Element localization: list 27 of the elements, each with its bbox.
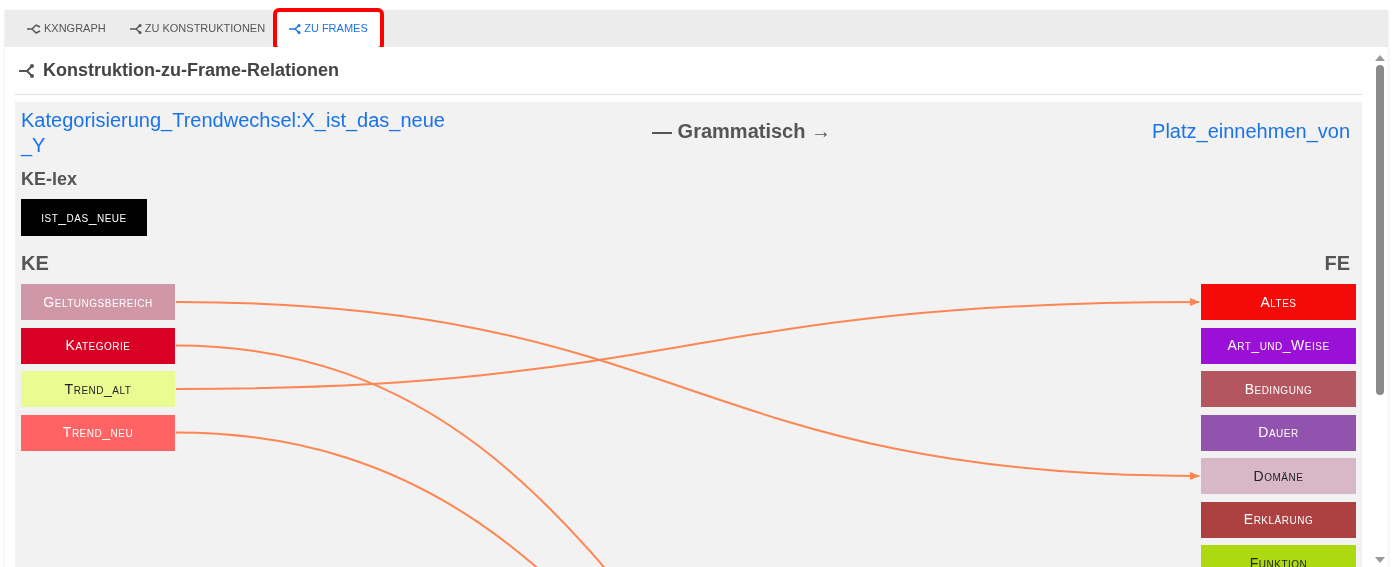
element-box[interactable]: Art_und_Weise	[1201, 327, 1356, 364]
tab[interactable]: ZU KONSTRUKTIONEN	[117, 10, 278, 47]
panel-heading: Konstruktion-zu-Frame-Relationen	[43, 59, 339, 82]
element-box[interactable]: Dauer	[1201, 414, 1356, 451]
scroll-down-icon[interactable]	[1375, 557, 1385, 563]
element-box[interactable]: Funktion	[1201, 545, 1356, 567]
element-box[interactable]: Domäne	[1201, 458, 1356, 494]
frame-link[interactable]: Platz_einnehmen_von	[1152, 116, 1350, 146]
element-box[interactable]: Erklärung	[1201, 501, 1356, 538]
element-box[interactable]: Trend_alt	[21, 371, 175, 407]
construction-link[interactable]: Kategorisierung_Trendwechsel:X_ist_das_neue_Y	[21, 108, 451, 158]
element-box[interactable]: Kategorie	[21, 327, 175, 364]
section-label: FE	[1324, 251, 1350, 276]
share-icon	[289, 23, 302, 34]
element-box[interactable]: Trend_neu	[21, 414, 175, 451]
section-label: KE	[21, 251, 49, 276]
share-icon	[17, 63, 35, 78]
element-box[interactable]: Altes	[1201, 284, 1356, 320]
section-label: KE-lex	[21, 168, 79, 191]
scroll-up-icon[interactable]	[1375, 55, 1385, 61]
element-box[interactable]: ist_das_neue	[21, 199, 147, 236]
relation-label: — Grammatisch →	[652, 119, 831, 144]
scrollbar-thumb[interactable]	[1376, 65, 1384, 395]
tab[interactable]: KXNGRAPH	[15, 10, 118, 47]
share-icon	[129, 23, 142, 34]
element-box[interactable]: Bedingung	[1201, 371, 1356, 407]
graph-icon	[27, 23, 41, 34]
